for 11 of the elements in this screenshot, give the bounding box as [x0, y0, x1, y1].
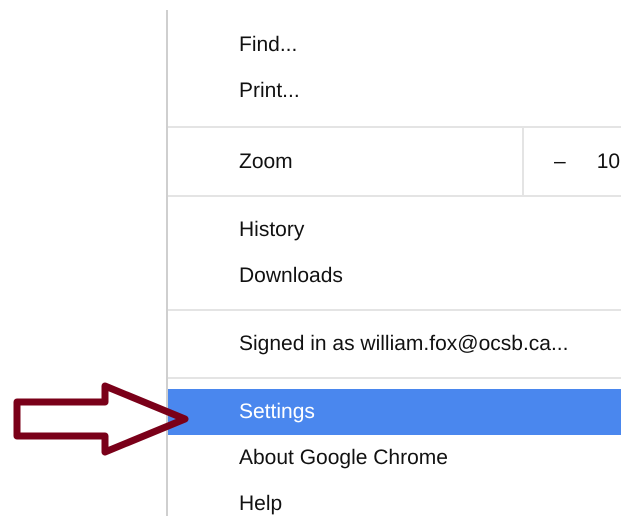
menu-item[interactable]: Settings: [168, 389, 621, 435]
menu-item[interactable]: Help: [168, 481, 621, 516]
zoom-value: 10: [596, 148, 620, 175]
menu-item[interactable]: Signed in as william.fox@ocsb.ca...: [168, 321, 621, 367]
zoom-out-button[interactable]: –: [554, 146, 566, 178]
arrow-icon: [13, 381, 190, 457]
menu-item[interactable]: Downloads: [168, 253, 621, 299]
menu-item[interactable]: About Google Chrome: [168, 435, 621, 481]
menu-item[interactable]: Print...: [168, 68, 621, 114]
menu-item[interactable]: Find...: [168, 22, 621, 68]
menu-item[interactable]: History: [168, 207, 621, 253]
